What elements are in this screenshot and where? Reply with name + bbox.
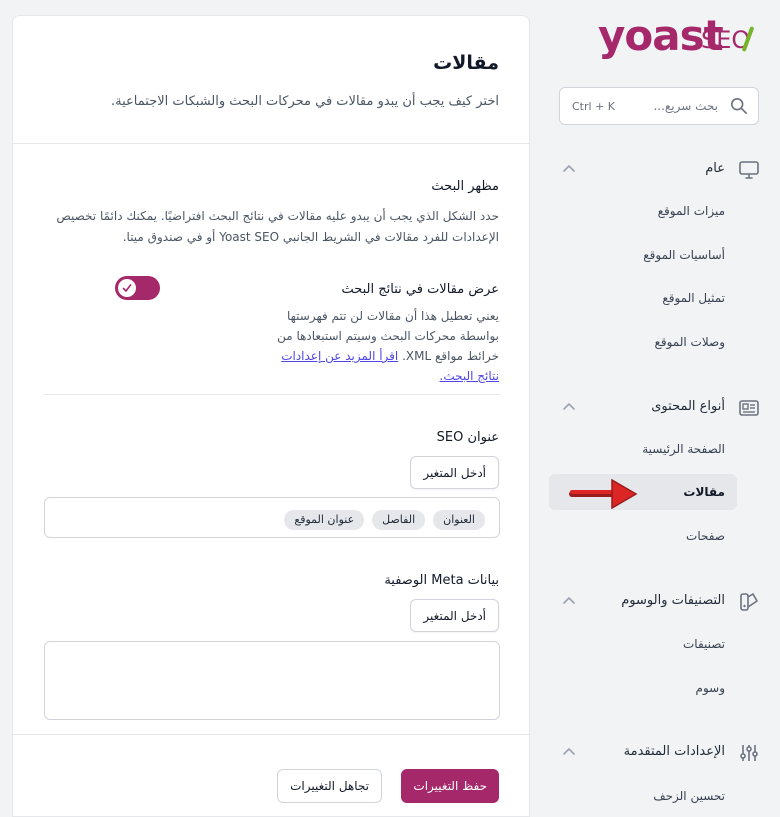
sidebar-group-title: التصنيفات والوسوم	[621, 593, 725, 608]
page-description: اختر كيف يجب أن يبدو مقالات في محركات ال…	[111, 94, 499, 109]
quick-search-input[interactable]: بحث سريع... Ctrl + K	[559, 87, 759, 125]
card-header: مقالات اختر كيف يجب أن يبدو مقالات في مح…	[13, 16, 529, 144]
seo-title-chips: العنوان الفاصل عنوان الموقع	[284, 510, 485, 530]
save-changes-button[interactable]: حفظ التغييرات	[401, 769, 499, 803]
search-appearance-title: مظهر البحث	[431, 179, 499, 194]
discard-changes-button[interactable]: تجاهل التغييرات	[277, 769, 382, 803]
sidebar-item-crawl-optimization[interactable]: تحسين الزحف	[549, 778, 737, 814]
settings-card: مقالات اختر كيف يجب أن يبدو مقالات في مح…	[12, 15, 530, 817]
seo-title-editor[interactable]: العنوان الفاصل عنوان الموقع	[44, 497, 500, 538]
show-in-search-label: عرض مقالات في نتائج البحث	[341, 282, 499, 297]
sidebar-item-site-representation[interactable]: تمثيل الموقع	[549, 280, 737, 316]
sidebar-group-taxonomies: التصنيفات والوسوم تصنيفات وسوم	[549, 587, 770, 695]
sidebar-group-header-content-types[interactable]: أنواع المحتوى	[549, 393, 770, 423]
sidebar-group-title: أنواع المحتوى	[651, 399, 725, 414]
variable-chip-separator[interactable]: الفاصل	[372, 510, 426, 530]
section-divider	[44, 394, 500, 395]
sidebar-group-header-taxonomies[interactable]: التصنيفات والوسوم	[549, 587, 770, 617]
chevron-up-icon	[563, 597, 575, 604]
monitor-icon	[739, 161, 759, 179]
sidebar-item-site-basics[interactable]: أساسيات الموقع	[549, 237, 737, 273]
tag-swatch-icon	[740, 593, 758, 611]
toggle-knob	[118, 279, 136, 297]
sidebar-group-title: عام	[705, 161, 725, 176]
sidebar-item-pages[interactable]: صفحات	[549, 518, 737, 554]
meta-description-editor[interactable]	[44, 641, 500, 720]
seo-title-label: عنوان SEO	[436, 430, 499, 445]
sidebar-group-header-general[interactable]: عام	[549, 155, 770, 185]
meta-description-insert-variable-button[interactable]: أدخل المتغير	[410, 599, 499, 632]
chevron-up-icon	[563, 748, 575, 755]
sidebar-item-tags[interactable]: وسوم	[549, 670, 737, 706]
chevron-up-icon	[563, 165, 575, 172]
sidebar-item-categories[interactable]: تصنيفات	[549, 626, 737, 662]
chevron-up-icon	[563, 403, 575, 410]
variable-chip-site-title[interactable]: عنوان الموقع	[284, 510, 365, 530]
meta-description-label: بيانات Meta الوصفية	[384, 573, 499, 588]
sidebar-group-advanced: الإعدادات المتقدمة تحسين الزحف	[549, 738, 770, 803]
search-appearance-description: حدد الشكل الذي يجب أن يبدو عليه مقالات ف…	[56, 209, 499, 244]
sliders-icon	[740, 745, 758, 761]
show-in-search-toggle[interactable]	[115, 276, 160, 300]
sidebar-group-title: الإعدادات المتقدمة	[623, 744, 725, 759]
sidebar-group-general: عام ميزات الموقع أساسيات الموقع تمثيل ال…	[549, 155, 770, 349]
variable-chip-title[interactable]: العنوان	[433, 510, 485, 530]
sidebar-item-site-features[interactable]: ميزات الموقع	[549, 193, 737, 229]
show-in-search-description: يعني تعطيل هذا أن مقالات لن تتم فهرستها …	[269, 306, 499, 386]
red-pointer-arrow-icon	[569, 478, 638, 510]
search-icon	[730, 97, 748, 115]
sidebar-group-header-advanced[interactable]: الإعدادات المتقدمة	[549, 738, 770, 768]
yoast-seo-logo: yoast SEO	[598, 12, 768, 62]
check-icon	[122, 284, 132, 292]
sidebar-group-content-types: أنواع المحتوى الصفحة الرئيسية مقالات صفح…	[549, 393, 770, 543]
card-footer: حفظ التغييرات تجاهل التغييرات	[13, 734, 529, 816]
sidebar-item-homepage[interactable]: الصفحة الرئيسية	[549, 431, 737, 467]
page-title: مقالات	[433, 52, 499, 74]
newspaper-icon	[739, 400, 759, 416]
seo-title-insert-variable-button[interactable]: أدخل المتغير	[410, 456, 499, 489]
search-shortcut: Ctrl + K	[572, 100, 615, 113]
sidebar-item-site-connections[interactable]: وصلات الموقع	[549, 324, 737, 360]
search-placeholder: بحث سريع...	[653, 99, 718, 113]
